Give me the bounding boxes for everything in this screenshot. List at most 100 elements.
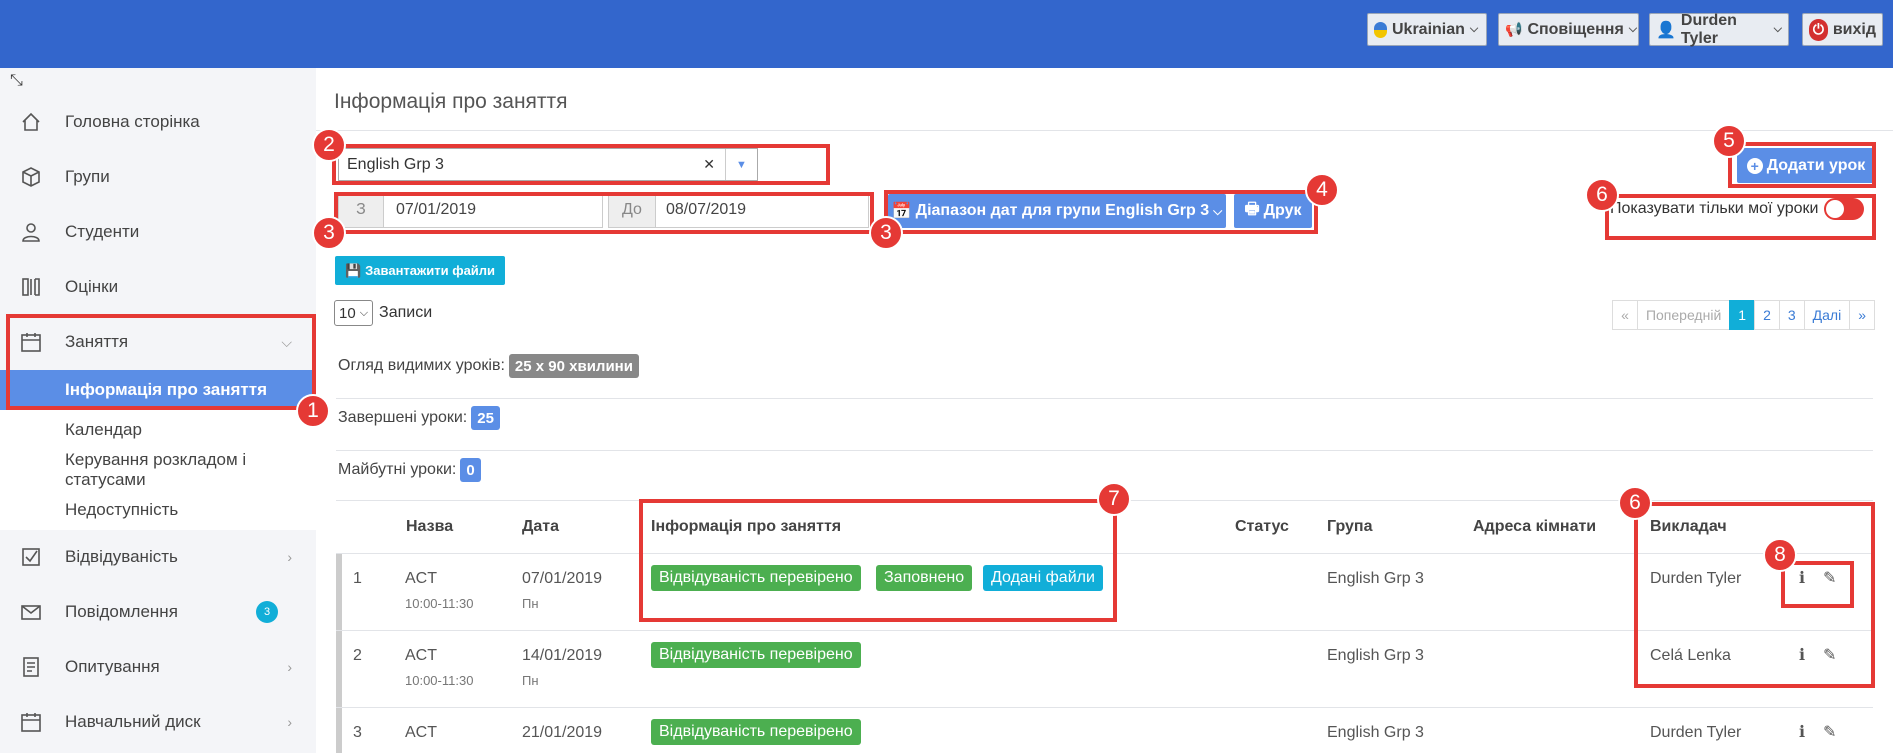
collapse-sidebar-icon[interactable]: ⤡ — [10, 72, 23, 90]
lesson-time: 10:00-11:30 — [405, 673, 474, 688]
sidebar-item-label: Навчальний диск — [65, 712, 201, 731]
attendance-checked-label: Відвідуваність перевірено — [651, 719, 861, 745]
page-length-value: 10 — [339, 304, 356, 322]
table-row[interactable] — [336, 553, 1873, 629]
caret-down-icon[interactable]: ▼ — [725, 149, 757, 180]
clear-icon[interactable]: ✕ — [703, 156, 715, 173]
date-to-input[interactable]: 08/07/2019 — [655, 192, 869, 228]
future-row: Майбутні уроки: 0 — [338, 458, 481, 482]
sidebar-item-surveys[interactable]: Опитування › — [0, 640, 316, 694]
sidebar-item-attendance[interactable]: Відвідуваність › — [0, 530, 316, 584]
user-icon — [22, 223, 40, 242]
print-button[interactable]: 🖶 Друк — [1234, 194, 1312, 228]
sidebar-item-label: Опитування — [65, 657, 160, 676]
title-divider — [316, 130, 1893, 131]
add-lesson-button[interactable]: + Додати урок — [1737, 148, 1875, 183]
pager-prev[interactable]: Попередній — [1636, 300, 1731, 330]
only-mine-toggle[interactable] — [1824, 198, 1865, 220]
chevron-right-icon: › — [287, 549, 292, 565]
home-icon — [22, 112, 40, 131]
sidebar-item-label: Заняття — [65, 332, 129, 351]
chevron-down-icon: ⌵ — [1628, 23, 1638, 35]
page-length-select[interactable]: 10 ⌵ — [334, 300, 374, 326]
col-lesson-info[interactable]: Інформація про заняття — [651, 518, 841, 536]
pencil-icon[interactable]: ✎ — [1823, 568, 1836, 588]
date-to-value: 08/07/2019 — [666, 201, 747, 218]
callout-badge: 6 — [1585, 178, 1619, 212]
chevron-right-icon: › — [287, 714, 292, 730]
lesson-time: 10:00-11:30 — [405, 596, 474, 611]
lesson-day: Пн — [522, 596, 539, 611]
sidebar-item-students[interactable]: Студенти — [0, 205, 316, 259]
pencil-icon[interactable]: ✎ — [1823, 722, 1836, 742]
sidebar-item-label: Відвідуваність — [65, 547, 178, 566]
date-from-input[interactable]: 07/01/2019 — [383, 192, 603, 228]
row-number: 3 — [353, 724, 362, 741]
lesson-teacher: Durden Tyler — [1650, 570, 1742, 587]
group-select[interactable]: English Grp 3 ✕ ▼ — [338, 148, 758, 181]
sidebar-item-grades[interactable]: Оцінки — [0, 260, 316, 314]
sidebar-item-groups[interactable]: Групи — [0, 150, 316, 204]
sidebar-item-label: Головна сторінка — [65, 112, 200, 131]
sidebar: ⤡ Головна сторінка Групи Студенти Оцінки… — [0, 68, 316, 753]
pager-page-3[interactable]: 3 — [1778, 300, 1805, 330]
language-label: Ukrainian — [1392, 20, 1465, 38]
logout-label: вихід — [1832, 20, 1876, 38]
sidebar-item-lessons[interactable]: Заняття ⌵ — [0, 315, 316, 369]
lesson-group: English Grp 3 — [1327, 570, 1424, 587]
col-room[interactable]: Адреса кімнати — [1473, 518, 1596, 536]
logout-button[interactable]: ⏻ вихід — [1802, 13, 1883, 46]
info-icon[interactable]: ℹ — [1799, 722, 1805, 742]
pager-first[interactable]: « — [1612, 300, 1638, 330]
records-label: Записи — [379, 304, 433, 321]
pagination: « Попередній 1 2 3 Далі » — [1612, 300, 1875, 330]
col-date[interactable]: Дата — [522, 518, 559, 536]
table-row[interactable] — [336, 630, 1873, 706]
callout-badge: 3 — [312, 216, 346, 250]
pager-page-1[interactable]: 1 — [1729, 300, 1756, 330]
notifications-dropdown[interactable]: 📢 Сповіщення ⌵ — [1498, 13, 1639, 46]
date-from-value: 07/01/2019 — [396, 201, 477, 218]
col-teacher[interactable]: Викладач — [1650, 518, 1727, 536]
col-group[interactable]: Група — [1327, 518, 1372, 536]
sidebar-item-learning-drive[interactable]: Навчальний диск › — [0, 695, 316, 749]
pencil-icon[interactable]: ✎ — [1823, 645, 1836, 665]
pager-page-2[interactable]: 2 — [1754, 300, 1780, 330]
sidebar-subitem-lesson-info[interactable]: Інформація про заняття — [0, 370, 316, 410]
col-status[interactable]: Статус — [1235, 518, 1289, 536]
pager-last[interactable]: » — [1849, 300, 1875, 330]
sidebar-subitem-unavailability[interactable]: Недоступність — [0, 490, 316, 530]
chevron-right-icon: › — [287, 659, 292, 675]
only-mine-toggle-row: Показувати тільки мої уроки — [1610, 198, 1865, 220]
callout-badge: 5 — [1712, 124, 1746, 158]
calendar-icon — [21, 713, 41, 732]
lesson-name: ACT — [405, 570, 437, 587]
language-dropdown[interactable]: Ukrainian ⌵ — [1367, 13, 1487, 46]
survey-icon — [23, 657, 39, 677]
callout-badge: 8 — [1763, 538, 1797, 572]
callout-badge: 2 — [312, 128, 346, 162]
user-dropdown[interactable]: 👤 Durden Tyler ⌵ — [1649, 12, 1789, 47]
upload-files-button[interactable]: 💾 Завантажити файли — [335, 256, 505, 285]
future-badge: 0 — [460, 458, 481, 482]
attendance-checked-label: Відвідуваність перевірено — [651, 642, 861, 668]
callout-badge: 7 — [1097, 482, 1131, 516]
sidebar-subitem-calendar[interactable]: Календар — [0, 410, 316, 450]
calendar-icon — [21, 333, 41, 352]
page-length-row: 10 ⌵ Записи — [334, 300, 432, 326]
date-range-button[interactable]: 📅 Діапазон дат для групи English Grp 3 ⌵ — [888, 194, 1226, 228]
info-icon[interactable]: ℹ — [1799, 645, 1805, 665]
col-name[interactable]: Назва — [406, 518, 453, 536]
sidebar-item-label: Групи — [65, 167, 110, 186]
pager-next[interactable]: Далі — [1803, 300, 1851, 330]
sidebar-subitem-schedule-management[interactable]: Керування розкладом і статусами — [0, 450, 316, 490]
future-label: Майбутні уроки: — [338, 461, 457, 478]
info-icon[interactable]: ℹ — [1799, 568, 1805, 588]
sidebar-item-messages[interactable]: Повідомлення 3 — [0, 585, 316, 639]
megaphone-icon: 📢 — [1505, 21, 1523, 37]
power-icon: ⏻ — [1809, 18, 1828, 41]
callout-badge: 1 — [296, 394, 330, 428]
lesson-group: English Grp 3 — [1327, 647, 1424, 664]
sidebar-item-home[interactable]: Головна сторінка — [0, 95, 316, 149]
ukraine-flag-icon — [1374, 21, 1387, 38]
